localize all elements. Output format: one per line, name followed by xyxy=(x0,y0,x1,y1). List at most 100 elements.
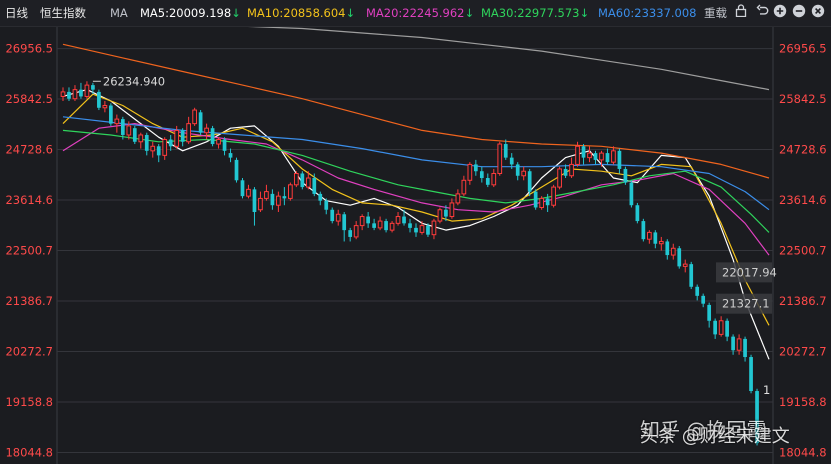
candle-body-down[interactable] xyxy=(707,304,712,321)
candle-body-up[interactable] xyxy=(246,188,251,197)
candle-body-up[interactable] xyxy=(587,152,592,159)
candle-body-up[interactable] xyxy=(305,177,311,188)
candle-body-down[interactable] xyxy=(324,200,329,210)
candle-body-down[interactable] xyxy=(318,193,323,201)
candle-body-down[interactable] xyxy=(180,130,185,142)
candle-body-up[interactable] xyxy=(353,225,359,238)
candle-body-up[interactable] xyxy=(455,193,461,204)
candle-body-up[interactable] xyxy=(461,179,467,195)
candle-body-down[interactable] xyxy=(67,91,71,99)
candle-body-down[interactable] xyxy=(695,286,700,296)
zoom-in-icon[interactable] xyxy=(772,4,788,20)
candle-body-down[interactable] xyxy=(79,89,83,97)
candle-body-down[interactable] xyxy=(515,164,520,176)
candle-body-up[interactable] xyxy=(395,216,401,224)
candle-body-up[interactable] xyxy=(467,163,473,181)
candle-body-up[interactable] xyxy=(551,186,556,206)
candle-body-down[interactable] xyxy=(282,196,287,199)
candle-body-down[interactable] xyxy=(479,171,484,179)
close-icon[interactable] xyxy=(810,4,826,20)
candle-body-down[interactable] xyxy=(581,146,586,158)
candle-body-down[interactable] xyxy=(605,153,610,163)
candle-body-up[interactable] xyxy=(575,145,580,165)
candle-body-up[interactable] xyxy=(682,263,688,267)
candle-body-up[interactable] xyxy=(377,220,383,229)
candle-body-down[interactable] xyxy=(109,105,113,124)
candle-body-up[interactable] xyxy=(670,247,676,256)
candle-body-up[interactable] xyxy=(174,129,180,147)
candle-body-up[interactable] xyxy=(389,222,395,231)
candle-body-up[interactable] xyxy=(162,139,168,156)
candle-body-down[interactable] xyxy=(503,144,508,158)
candle-body-up[interactable] xyxy=(449,202,455,218)
candle-body-down[interactable] xyxy=(402,216,406,224)
candle-body-down[interactable] xyxy=(372,223,376,228)
candle-body-down[interactable] xyxy=(408,223,412,228)
candle-body-down[interactable] xyxy=(366,216,370,224)
candle-body-down[interactable] xyxy=(485,178,490,185)
candle-body-down[interactable] xyxy=(97,91,101,108)
candle-body-down[interactable] xyxy=(701,295,706,304)
candles[interactable] xyxy=(60,81,759,446)
candle-body-up[interactable] xyxy=(437,209,443,222)
candle-body-down[interactable] xyxy=(713,320,718,335)
candle-body-down[interactable] xyxy=(629,182,634,206)
candle-body-up[interactable] xyxy=(258,197,263,211)
undo-icon[interactable] xyxy=(754,4,770,20)
candle-body-up[interactable] xyxy=(150,145,156,152)
candle-body-up[interactable] xyxy=(521,170,527,177)
candle-body-down[interactable] xyxy=(623,168,628,183)
candle-body-down[interactable] xyxy=(270,193,275,206)
candle-body-up[interactable] xyxy=(186,123,191,143)
candle-body-up[interactable] xyxy=(293,172,299,186)
candle-body-down[interactable] xyxy=(252,189,257,213)
candle-body-up[interactable] xyxy=(539,197,544,208)
candle-body-up[interactable] xyxy=(204,127,209,134)
candle-body-down[interactable] xyxy=(653,232,658,244)
zoom-out-icon[interactable] xyxy=(791,4,807,20)
candle-body-up[interactable] xyxy=(491,172,497,186)
lock-icon[interactable] xyxy=(733,4,749,20)
candle-body-down[interactable] xyxy=(234,159,239,181)
candle-body-up[interactable] xyxy=(557,168,562,188)
candle-body-down[interactable] xyxy=(725,320,729,337)
candle-body-up[interactable] xyxy=(216,139,221,145)
candle-body-up[interactable] xyxy=(264,191,269,199)
period-selector[interactable]: 日线 xyxy=(5,5,28,21)
candle-body-up[interactable] xyxy=(276,195,281,206)
candle-body-down[interactable] xyxy=(689,264,694,287)
candle-body-down[interactable] xyxy=(120,119,125,135)
candle-body-up[interactable] xyxy=(102,105,108,109)
candle-body-down[interactable] xyxy=(473,164,478,172)
candle-body-down[interactable] xyxy=(144,134,149,151)
candle-body-down[interactable] xyxy=(593,153,598,160)
candle-body-up[interactable] xyxy=(335,213,341,222)
candle-body-down[interactable] xyxy=(348,230,353,237)
candle-body-down[interactable] xyxy=(533,191,538,208)
candle-body-down[interactable] xyxy=(731,336,735,351)
candle-body-down[interactable] xyxy=(91,85,95,90)
candle-body-down[interactable] xyxy=(545,198,550,206)
candle-body-down[interactable] xyxy=(342,214,347,231)
candle-body-down[interactable] xyxy=(156,146,161,156)
candle-body-down[interactable] xyxy=(426,225,430,235)
ma-label[interactable]: MA xyxy=(110,5,128,21)
reload-button[interactable]: 重载 xyxy=(704,5,727,21)
candle-body-down[interactable] xyxy=(168,139,173,147)
candle-body-up[interactable] xyxy=(126,125,132,136)
candle-body-down[interactable] xyxy=(300,173,305,188)
candle-body-down[interactable] xyxy=(749,357,753,392)
candle-body-down[interactable] xyxy=(617,150,622,169)
candle-body-up[interactable] xyxy=(72,89,78,100)
candle-body-down[interactable] xyxy=(330,209,335,222)
candle-body-up[interactable] xyxy=(646,231,652,240)
candle-body-down[interactable] xyxy=(312,178,317,194)
candle-body-down[interactable] xyxy=(414,227,418,233)
candle-body-down[interactable] xyxy=(743,338,747,358)
candle-body-up[interactable] xyxy=(114,118,120,125)
candle-body-down[interactable] xyxy=(240,180,245,197)
candle-body-up[interactable] xyxy=(611,150,616,163)
candle-body-down[interactable] xyxy=(509,157,514,165)
candle-body-up[interactable] xyxy=(497,143,503,174)
candle-body-up[interactable] xyxy=(718,320,724,335)
